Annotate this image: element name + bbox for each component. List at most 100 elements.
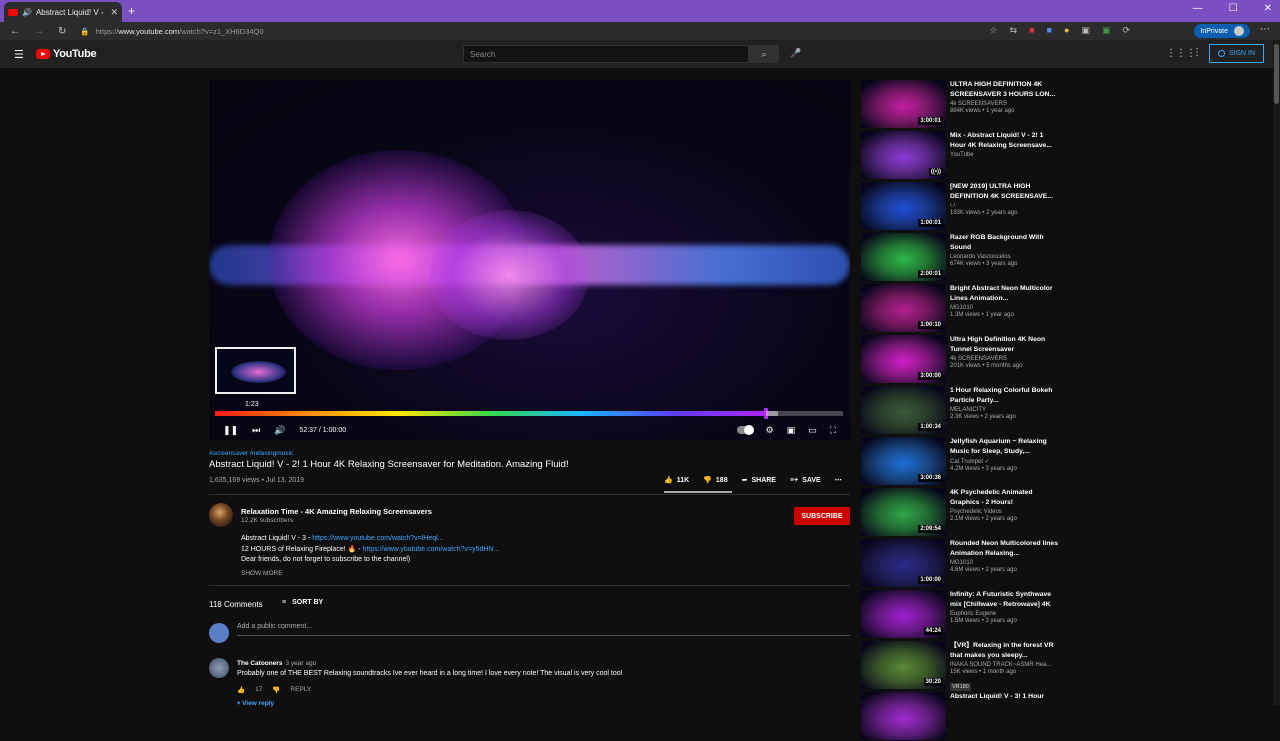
related-video-item[interactable]: 1:00:34 1 Hour Relaxing Colorful Bokeh Pa… bbox=[861, 386, 1061, 435]
related-video-title[interactable]: 【VR】Relaxing in the forest VR that makes… bbox=[950, 641, 1058, 661]
save-button[interactable]: ≡+ SAVE bbox=[790, 477, 821, 484]
comment-dislike-icon[interactable]: 👎 bbox=[272, 686, 280, 694]
related-video-item[interactable]: 2:00:01 Razer RGB Background With Sound Le… bbox=[861, 233, 1061, 282]
related-video-thumbnail[interactable]: 1:00:34 bbox=[861, 386, 946, 434]
related-video-thumbnail[interactable]: 3:00:36 bbox=[861, 437, 946, 485]
refresh-icon[interactable]: ↻ bbox=[58, 26, 66, 37]
show-more-button[interactable]: SHOW MORE bbox=[241, 570, 283, 577]
related-video-title[interactable]: [NEW 2019] ULTRA HIGH DEFINITION 4K SCRE… bbox=[950, 182, 1058, 202]
comment-author[interactable]: The Catooners bbox=[237, 660, 283, 667]
related-video-channel[interactable]: MG1010 bbox=[950, 560, 1058, 566]
related-video-title[interactable]: Infinity: A Futuristic Synthwave mix [Ch… bbox=[950, 590, 1058, 610]
description-link[interactable]: https://www.youtube.com/watch?v=lHeql... bbox=[312, 535, 443, 542]
related-video-channel[interactable]: Cat Trumpet ✓ bbox=[950, 458, 1058, 465]
progress-bar[interactable] bbox=[215, 408, 843, 419]
related-video-title[interactable]: 4K Psychedelic Animated Graphics - 2 Hou… bbox=[950, 488, 1058, 508]
close-tab-icon[interactable]: ✕ bbox=[110, 7, 118, 18]
related-video-item[interactable]: 1:00:10 Bright Abstract Neon Multicolor L… bbox=[861, 284, 1061, 333]
related-video-title[interactable]: Ultra High Definition 4K Neon Tunnel Scr… bbox=[950, 335, 1058, 355]
related-video-channel[interactable]: INAKA SOUND TRACK~ASMR Hea... bbox=[950, 662, 1058, 668]
inprivate-badge[interactable]: InPrivate bbox=[1194, 24, 1250, 38]
youtube-logo[interactable]: YouTube bbox=[36, 48, 97, 60]
pause-icon[interactable]: ❚❚ bbox=[223, 425, 238, 436]
settings-gear-icon[interactable]: ⚙ bbox=[766, 425, 774, 436]
related-video-item[interactable]: 3:00:01 ULTRA HIGH DEFINITION 4K SCREENSA… bbox=[861, 80, 1061, 129]
extension-icon[interactable]: ■ bbox=[1029, 25, 1034, 36]
sort-by-button[interactable]: ≡ SORT BY bbox=[282, 599, 323, 606]
extension-icon[interactable]: ▣ bbox=[1081, 25, 1090, 36]
sign-in-button[interactable]: SIGN IN bbox=[1209, 44, 1264, 63]
back-icon[interactable]: ← bbox=[10, 26, 20, 37]
related-video-thumbnail[interactable]: 1:00:01 bbox=[861, 182, 946, 230]
comment-author-avatar[interactable] bbox=[209, 658, 229, 678]
related-video-thumbnail[interactable]: 1:00:00 bbox=[861, 539, 946, 587]
search-button[interactable]: ⌕ bbox=[749, 45, 779, 63]
close-window-button[interactable]: ✕ bbox=[1264, 3, 1272, 14]
related-video-item[interactable]: 30:20 【VR】Relaxing in the forest VR that … bbox=[861, 641, 1061, 691]
audio-playing-icon[interactable]: 🔊 bbox=[22, 8, 32, 17]
related-video-channel[interactable]: MELANICITY bbox=[950, 407, 1058, 413]
autoplay-toggle[interactable] bbox=[736, 425, 754, 435]
dislike-button[interactable]: 👎 188 bbox=[703, 476, 727, 485]
related-video-title[interactable]: Mix - Abstract Liquid! V - 2! 1 Hour 4K … bbox=[950, 131, 1058, 151]
scrollbar-thumb[interactable] bbox=[1274, 44, 1279, 104]
subscribe-button[interactable]: SUBSCRIBE bbox=[794, 507, 850, 525]
video-player[interactable]: 1:23 ❚❚ ⏭ 🔊 52:37 / 1:00:00 ⚙ ▣ ▭ ⛶ bbox=[209, 80, 850, 440]
related-video-channel[interactable]: YouTube bbox=[950, 152, 1058, 158]
related-video-item[interactable]: ((•)) Mix - Abstract Liquid! V - 2! 1 Hou… bbox=[861, 131, 1061, 180]
related-video-thumbnail[interactable]: 44:24 bbox=[861, 590, 946, 638]
collections-icon[interactable]: ⟳ bbox=[1122, 25, 1130, 36]
url-field[interactable]: 🔒 https://www.youtube.com/watch?v=z1_XH6… bbox=[80, 27, 263, 36]
related-video-title[interactable]: Abstract Liquid! V - 3! 1 Hour bbox=[950, 692, 1058, 702]
maximize-button[interactable]: ☐ bbox=[1229, 3, 1238, 14]
related-video-item[interactable]: 2:09:54 4K Psychedelic Animated Graphics … bbox=[861, 488, 1061, 537]
next-icon[interactable]: ⏭ bbox=[252, 425, 260, 436]
related-video-thumbnail[interactable]: 30:20 bbox=[861, 641, 946, 689]
related-video-channel[interactable]: Leonardo Vasconcelos bbox=[950, 254, 1058, 260]
settings-dots-icon[interactable]: ⋮ bbox=[1192, 47, 1202, 58]
extension-icon[interactable]: ⇆ bbox=[1010, 25, 1018, 36]
related-video-thumbnail[interactable]: ((•)) bbox=[861, 131, 946, 179]
related-video-title[interactable]: Bright Abstract Neon Multicolor Lines An… bbox=[950, 284, 1058, 304]
share-button[interactable]: ➦ SHARE bbox=[742, 476, 776, 485]
video-hashtags[interactable]: #screensaver #relaxingmusic bbox=[209, 450, 293, 457]
new-tab-button[interactable]: + bbox=[128, 4, 135, 18]
volume-icon[interactable]: 🔊 bbox=[274, 425, 285, 436]
add-comment-input[interactable]: Add a public comment... bbox=[237, 623, 850, 636]
related-video-thumbnail[interactable]: 2:00:01 bbox=[861, 233, 946, 281]
related-video-item[interactable]: 1:00:01 [NEW 2019] ULTRA HIGH DEFINITION … bbox=[861, 182, 1061, 231]
related-video-item[interactable]: 3:00:36 Jellyfish Aquarium ~ Relaxing Mus… bbox=[861, 437, 1061, 486]
extension-icon[interactable]: ■ bbox=[1047, 25, 1052, 36]
related-video-thumbnail[interactable]: 2:09:54 bbox=[861, 488, 946, 536]
related-video-thumbnail[interactable]: 3:00:00 bbox=[861, 335, 946, 383]
favorite-star-icon[interactable]: ☆ bbox=[989, 25, 997, 36]
forward-icon[interactable]: → bbox=[34, 26, 44, 37]
hamburger-menu-icon[interactable]: ☰ bbox=[14, 48, 24, 61]
extension-icon[interactable]: ● bbox=[1064, 25, 1069, 36]
minimize-button[interactable]: — bbox=[1193, 3, 1203, 14]
description-link[interactable]: https://www.youtube.com/watch?v=y5dHN... bbox=[363, 546, 500, 553]
related-video-title[interactable]: Rounded Neon Multicolored lines Animatio… bbox=[950, 539, 1058, 559]
miniplayer-icon[interactable]: ▣ bbox=[787, 425, 796, 436]
theater-mode-icon[interactable]: ▭ bbox=[808, 425, 817, 436]
like-button[interactable]: 👍 11K bbox=[664, 476, 689, 485]
related-video-thumbnail[interactable] bbox=[861, 692, 946, 740]
related-video-title[interactable]: ULTRA HIGH DEFINITION 4K SCREENSAVER 3 H… bbox=[950, 80, 1058, 100]
related-video-title[interactable]: 1 Hour Relaxing Colorful Bokeh Particle … bbox=[950, 386, 1058, 406]
browser-tab[interactable]: 🔊 Abstract Liquid! V - 2! 1 Ho ✕ bbox=[4, 2, 122, 22]
related-video-thumbnail[interactable]: 1:00:10 bbox=[861, 284, 946, 332]
page-scrollbar[interactable] bbox=[1273, 40, 1280, 705]
fullscreen-icon[interactable]: ⛶ bbox=[830, 425, 836, 436]
comment-time[interactable]: 3 year ago bbox=[286, 660, 317, 667]
related-video-channel[interactable]: \ / bbox=[950, 203, 1058, 209]
view-reply-button[interactable]: ▾ View reply bbox=[237, 699, 274, 707]
channel-name[interactable]: Relaxation Time - 4K Amazing Relaxing Sc… bbox=[241, 507, 432, 516]
related-video-item[interactable]: 3:00:00 Ultra High Definition 4K Neon Tun… bbox=[861, 335, 1061, 384]
related-video-title[interactable]: Jellyfish Aquarium ~ Relaxing Music for … bbox=[950, 437, 1058, 457]
related-video-channel[interactable]: 4k SCREENSAVERS bbox=[950, 356, 1058, 362]
extension-icon[interactable]: ▣ bbox=[1102, 25, 1111, 36]
related-video-channel[interactable]: Euphoric Eugene bbox=[950, 611, 1058, 617]
channel-avatar[interactable] bbox=[209, 503, 233, 527]
related-video-title[interactable]: Razer RGB Background With Sound bbox=[950, 233, 1058, 253]
comment-reply-button[interactable]: REPLY bbox=[290, 686, 311, 694]
